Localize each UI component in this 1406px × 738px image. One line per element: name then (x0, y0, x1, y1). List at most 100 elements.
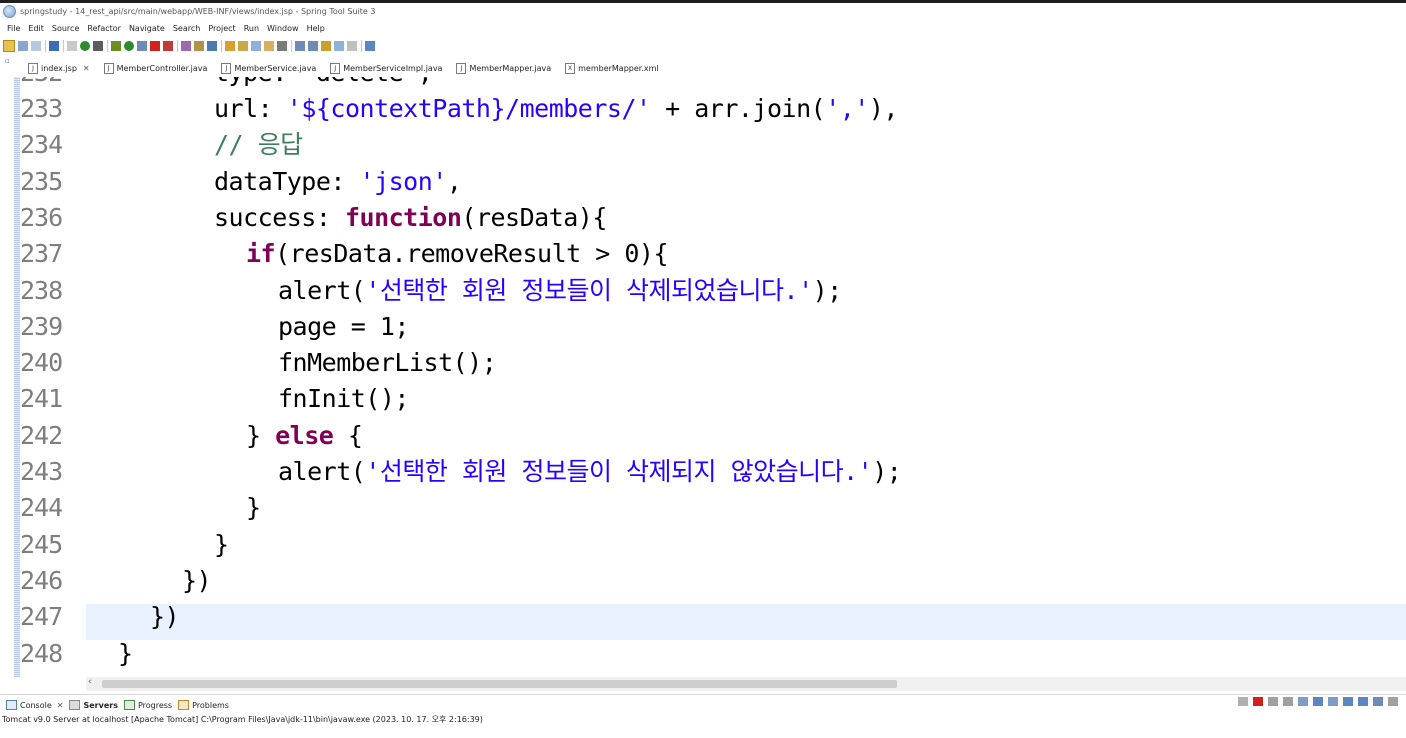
code-token: fnMemberList(); (278, 348, 497, 378)
stop-server-icon[interactable] (150, 41, 160, 51)
code-token: }) (150, 602, 180, 632)
pin-icon[interactable] (1238, 697, 1248, 706)
menu-file[interactable]: File (6, 24, 21, 33)
code-token: } (246, 420, 276, 450)
code-line: 237 if(resData.removeResult > 0){ (0, 236, 1406, 272)
remove-all-icon[interactable] (1283, 697, 1293, 706)
code-text: }) (150, 599, 180, 635)
console-toolbar (1233, 697, 1398, 706)
scroll-left-icon[interactable]: ‹ (88, 677, 92, 687)
last-edit-icon[interactable] (321, 41, 331, 51)
tab-member-service-impl[interactable]: J MemberServiceImpl.java (324, 59, 450, 77)
minimize-icon[interactable] (1388, 697, 1398, 706)
menu-source[interactable]: Source (51, 24, 80, 33)
open-task-icon[interactable] (238, 41, 248, 51)
previous-annotation-icon[interactable] (308, 41, 318, 51)
horizontal-scrollbar[interactable]: ‹ (86, 677, 1406, 691)
coverage-icon[interactable] (137, 41, 147, 51)
next-annotation-icon[interactable] (295, 41, 305, 51)
code-text: page = 1; (278, 309, 409, 345)
code-token: } (246, 493, 261, 523)
jsp-file-icon: J (28, 62, 38, 74)
tab-label: index.jsp (41, 63, 77, 73)
code-token: { (333, 420, 363, 450)
show-on-error-icon[interactable] (1358, 697, 1368, 706)
open-type-icon[interactable] (225, 41, 235, 51)
open-console-icon[interactable] (1373, 697, 1383, 706)
toggle-mark-icon[interactable] (277, 41, 287, 51)
tab-problems[interactable]: Problems (178, 700, 229, 710)
save-icon[interactable] (18, 41, 28, 51)
word-wrap-icon[interactable] (1328, 697, 1338, 706)
code-line: 243 alert('선택한 회원 정보들이 삭제되지 않았습니다.'); (0, 454, 1406, 490)
code-line: 238 alert('선택한 회원 정보들이 삭제되었습니다.'); (0, 273, 1406, 309)
remove-launch-icon[interactable] (1268, 697, 1278, 706)
menu-help[interactable]: Help (306, 24, 326, 33)
web-browser-icon[interactable] (207, 41, 217, 51)
line-number: 245 (20, 529, 63, 559)
tab-index-jsp[interactable]: J index.jsp ✕ (22, 59, 98, 77)
menu-search[interactable]: Search (172, 24, 201, 33)
code-string: 'json' (359, 166, 448, 196)
tab-member-mapper[interactable]: J MemberMapper.java (450, 59, 559, 77)
toolbar-separator (291, 40, 292, 52)
menu-edit[interactable]: Edit (27, 24, 45, 33)
toolbar-separator (361, 40, 362, 52)
tab-console[interactable]: Console ✕ (6, 700, 63, 710)
toolbar-separator (221, 40, 222, 52)
pen-icon[interactable] (251, 41, 261, 51)
search-icon[interactable] (264, 41, 274, 51)
tab-member-controller[interactable]: J MemberController.java (98, 59, 216, 77)
toolbar-separator (177, 40, 178, 52)
menu-navigate[interactable]: Navigate (128, 24, 166, 33)
code-line: 234 // 응답 (0, 127, 1406, 163)
scrollbar-thumb[interactable] (102, 680, 897, 688)
run-icon[interactable] (124, 41, 134, 51)
code-keyword: if (246, 239, 276, 269)
spring-icon[interactable] (93, 41, 103, 51)
tab-progress[interactable]: Progress (123, 700, 172, 710)
code-token: url: (214, 94, 287, 123)
line-number: 243 (20, 457, 63, 486)
forward-icon[interactable] (347, 41, 357, 51)
window-title: springstudy - 14_rest_api/src/main/webap… (20, 7, 376, 16)
tab-label: Servers (83, 700, 118, 710)
menu-refactor[interactable]: Refactor (86, 24, 122, 33)
terminal-icon[interactable] (49, 41, 59, 51)
menu-window[interactable]: Window (266, 24, 300, 33)
tab-member-service[interactable]: J MemberService.java (215, 59, 324, 77)
skip-breakpoints-icon[interactable] (67, 41, 77, 51)
menu-run[interactable]: Run (243, 24, 260, 33)
external-tools-icon[interactable] (163, 41, 173, 51)
code-token: alert( (278, 275, 366, 305)
open-perspective-icon[interactable] (365, 41, 375, 51)
code-token: (resData){ (461, 202, 607, 232)
code-line: 244} (0, 490, 1406, 526)
show-on-output-icon[interactable] (1343, 697, 1353, 706)
code-editor[interactable]: 232 type: 'delete', 233 url: '${contextPa… (0, 77, 1406, 677)
terminate-icon[interactable] (1253, 697, 1263, 706)
debug-icon[interactable] (111, 41, 121, 51)
tab-member-mapper-xml[interactable]: X memberMapper.xml (559, 59, 667, 77)
new-java-class-icon[interactable] (194, 41, 204, 51)
tab-label: MemberController.java (116, 63, 208, 73)
menu-project[interactable]: Project (207, 24, 236, 33)
tab-servers[interactable]: Servers (69, 700, 118, 710)
console-tab-bar: Console ✕ Servers Progress Problems (0, 694, 1406, 715)
close-icon[interactable]: ✕ (57, 701, 64, 710)
restore-icon[interactable]: ▫ (5, 58, 14, 65)
save-all-icon[interactable] (31, 41, 41, 51)
problems-icon (178, 700, 190, 710)
new-icon[interactable] (3, 40, 15, 52)
line-number: 237 (20, 239, 63, 269)
back-icon[interactable] (334, 41, 344, 51)
code-line-partial: 232 type: 'delete', (0, 77, 1406, 91)
close-icon[interactable]: ✕ (83, 64, 90, 73)
line-number: 242 (20, 420, 63, 450)
scroll-lock-icon[interactable] (1313, 697, 1323, 706)
tab-label: memberMapper.xml (578, 63, 659, 73)
clear-console-icon[interactable] (1298, 697, 1308, 706)
boot-dashboard-icon[interactable] (80, 41, 90, 51)
new-java-package-icon[interactable] (181, 41, 191, 51)
code-text: fnInit(); (278, 381, 409, 417)
